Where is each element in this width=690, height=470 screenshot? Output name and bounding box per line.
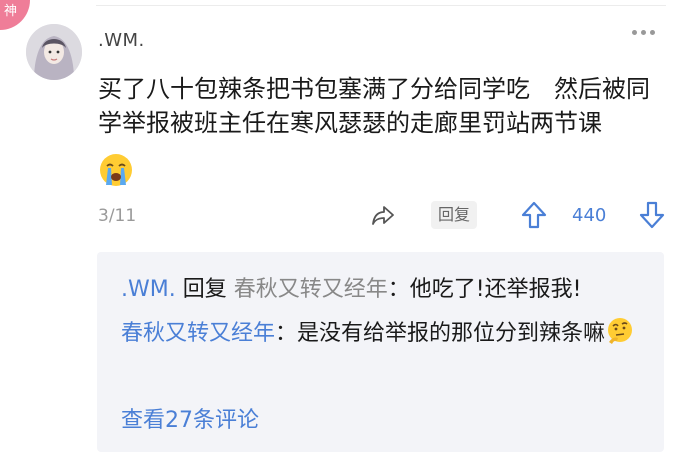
god-comment-badge: 神 bbox=[0, 0, 30, 30]
reply-text: 是没有给举报的那位分到辣条嘛 bbox=[297, 321, 606, 346]
reply-text: 他吃了!还举报我! bbox=[409, 277, 582, 302]
avatar[interactable] bbox=[26, 24, 82, 80]
vote-count: 440 bbox=[572, 205, 607, 226]
upvote-icon[interactable] bbox=[520, 200, 548, 230]
reply-item[interactable]: .WM. 回复 春秋又转又经年：他吃了!还举报我! bbox=[121, 274, 641, 306]
avatar-image bbox=[26, 24, 82, 80]
page-indicator: 3/11 bbox=[98, 206, 137, 226]
reply-word: 回复 bbox=[182, 277, 227, 302]
reply-colon: ： bbox=[275, 321, 298, 346]
replies-panel: .WM. 回复 春秋又转又经年：他吃了!还举报我! 春秋又转又经年：是没有给举报… bbox=[97, 252, 664, 452]
reply-author[interactable]: .WM. bbox=[121, 277, 176, 302]
reply-target[interactable]: 春秋又转又经年 bbox=[234, 277, 388, 302]
reply-button[interactable]: 回复 bbox=[431, 201, 477, 229]
thinking-face-icon bbox=[608, 318, 633, 344]
reply-author[interactable]: 春秋又转又经年 bbox=[121, 321, 275, 346]
crying-face-icon bbox=[100, 154, 132, 186]
comment-username[interactable]: .WM. bbox=[98, 30, 145, 51]
reply-item[interactable]: 春秋又转又经年：是没有给举报的那位分到辣条嘛 bbox=[121, 316, 641, 350]
downvote-icon[interactable] bbox=[638, 200, 666, 230]
view-more-replies-link[interactable]: 查看27条评论 bbox=[121, 402, 259, 434]
comment-text: 买了八十包辣条把书包塞满了分给同学吃 然后被同学举报被班主任在寒风瑟瑟的走廊里罚… bbox=[98, 75, 650, 137]
share-icon[interactable] bbox=[370, 202, 396, 228]
top-divider bbox=[96, 5, 666, 6]
more-options-icon[interactable] bbox=[632, 30, 655, 35]
reply-colon: ： bbox=[387, 277, 410, 302]
comment-actions: 3/11 回复 440 bbox=[98, 200, 670, 230]
badge-label: 神 bbox=[4, 4, 18, 19]
